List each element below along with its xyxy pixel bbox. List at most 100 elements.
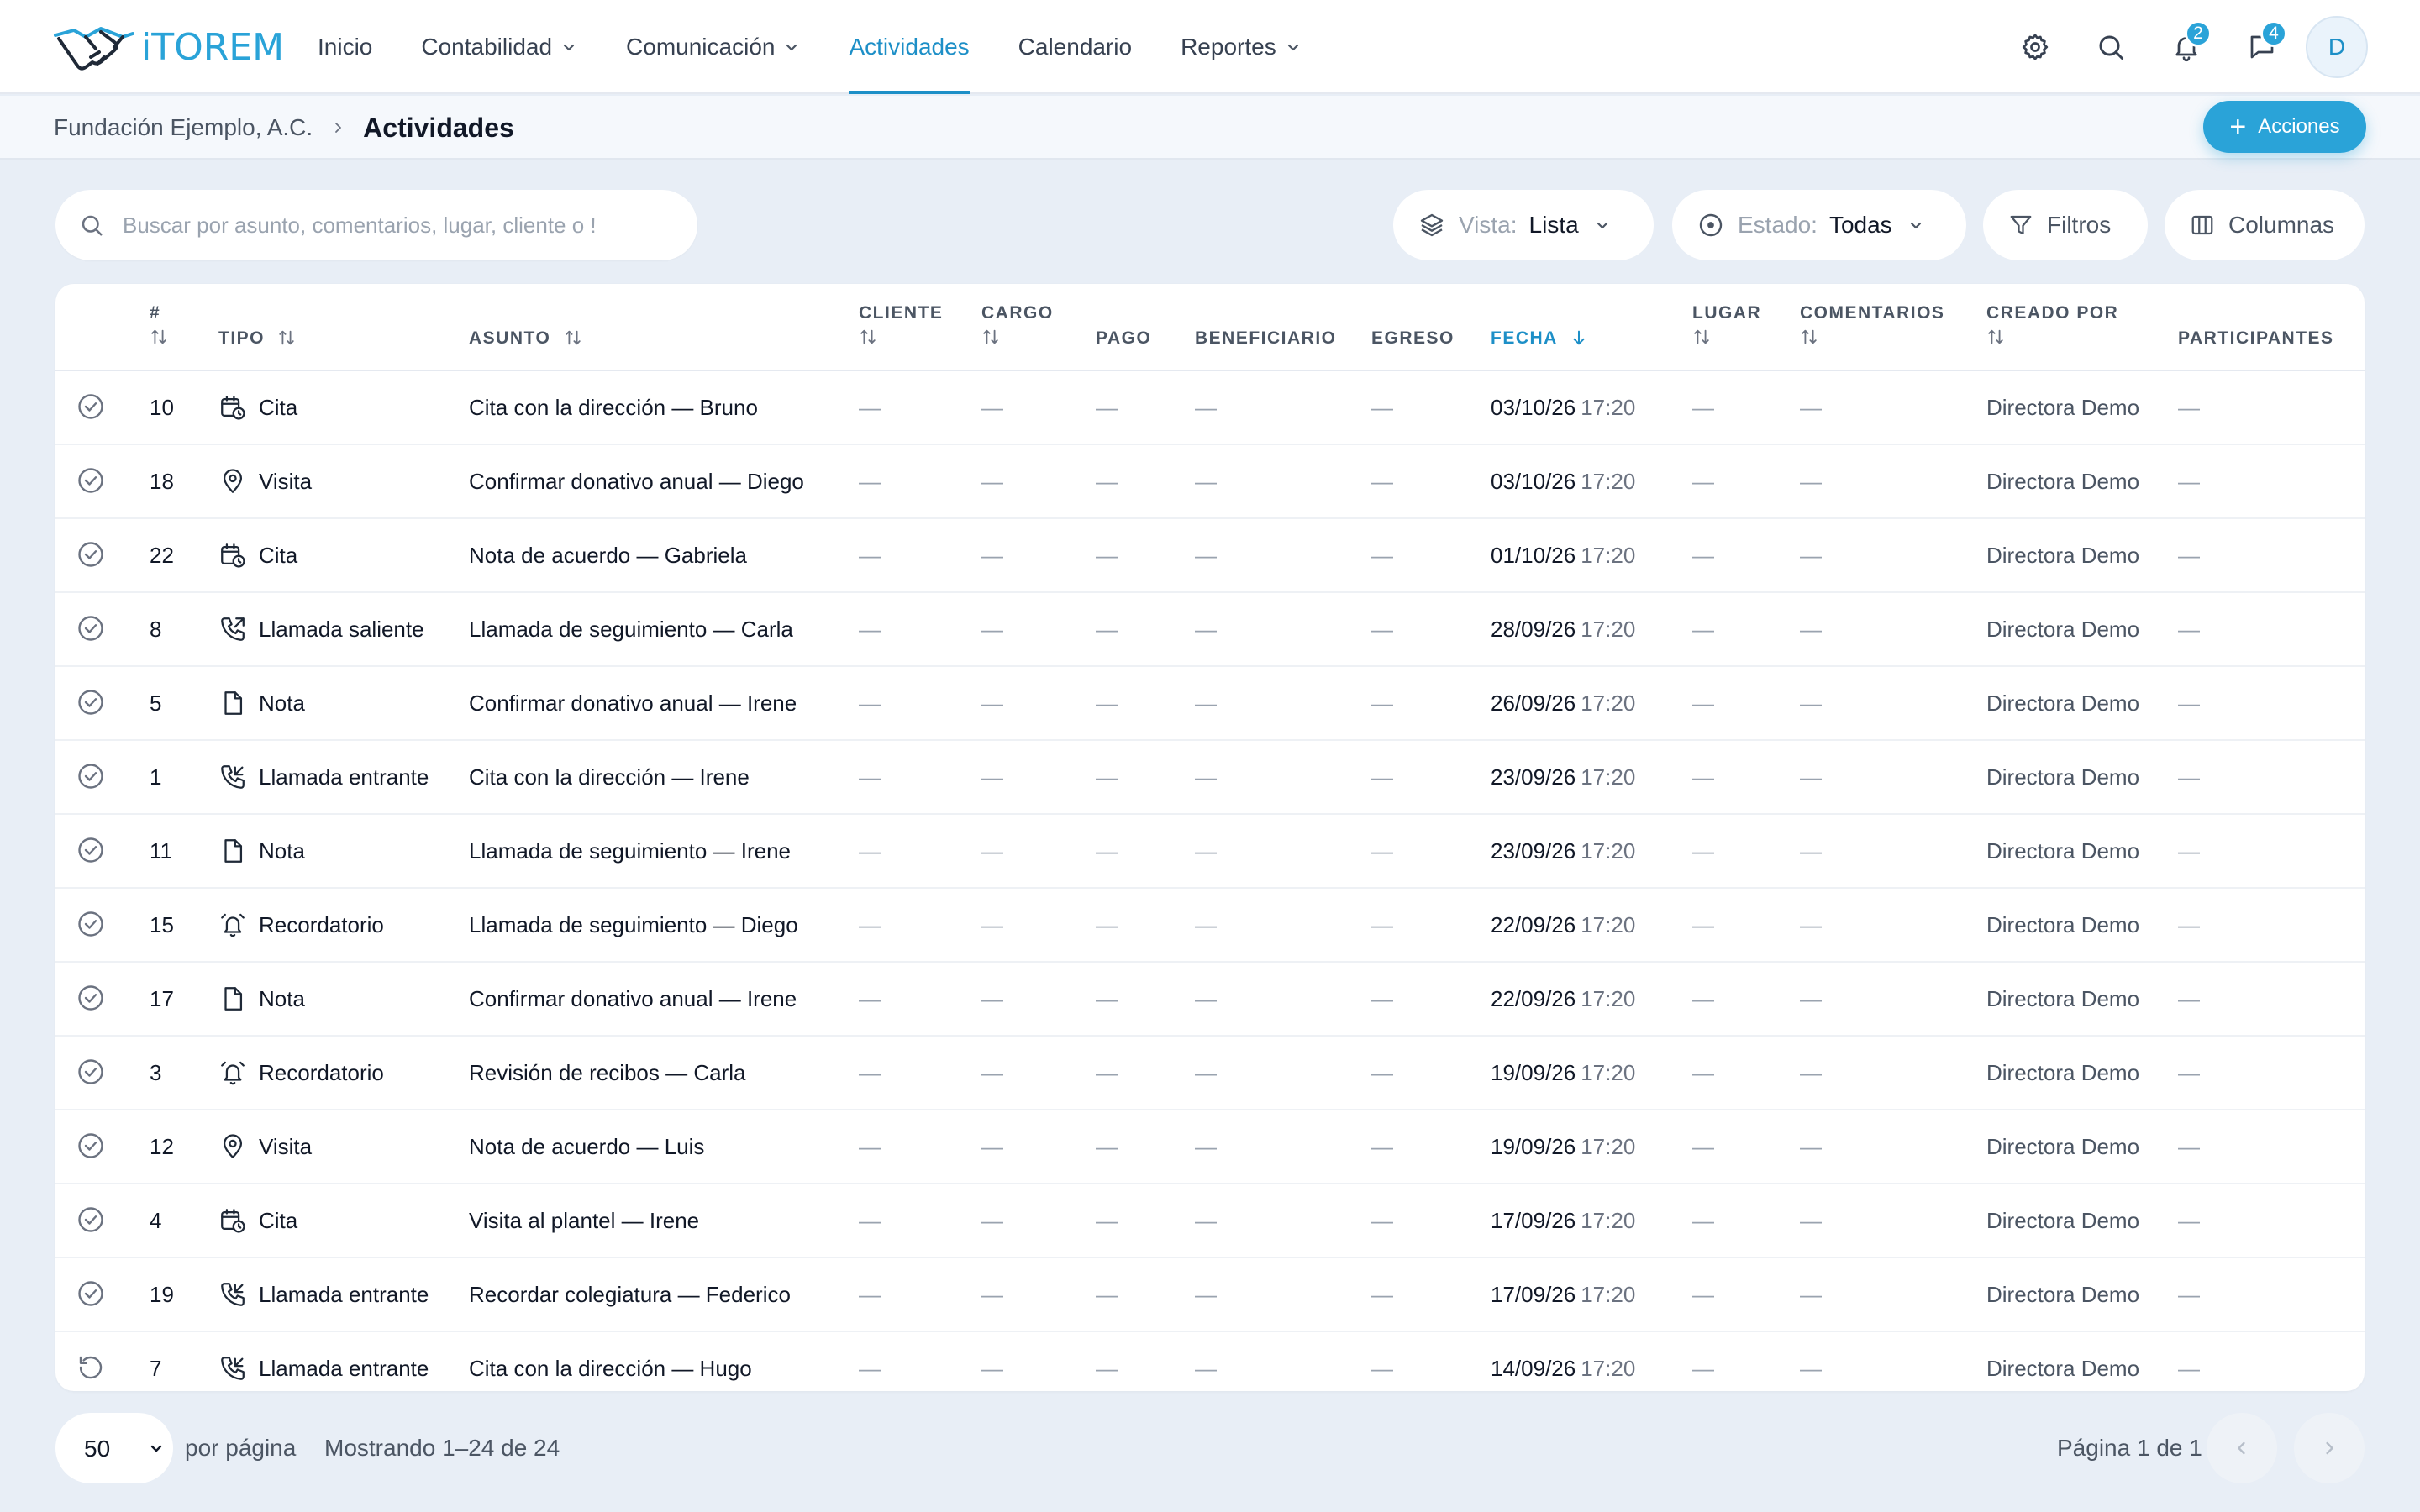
check-circle-icon[interactable] [76,687,106,717]
app-logo[interactable]: iTOREM [52,18,284,76]
messages-button[interactable]: 4 [2237,20,2287,72]
check-circle-icon[interactable] [76,835,106,865]
cell-beneficiario: — [1195,764,1217,790]
cell-date: 14/09/26 17:20 [1491,1332,1635,1391]
search-icon [2099,35,2123,60]
nav-reportes[interactable]: Reportes [1181,0,1302,94]
check-circle-icon[interactable] [76,539,106,570]
col-fecha[interactable]: FECHA [1491,326,1588,351]
table-row[interactable]: 4 Cita Visita al plantel — Irene — — — — — 17/09… [55,1184,2365,1258]
check-circle-icon[interactable] [76,1131,106,1161]
type-label: Llamada saliente [259,616,424,642]
table-row[interactable]: 15 Recordatorio Llamada de seguimiento — D… [55,889,2365,963]
cell-cliente: — [859,764,881,790]
check-circle-icon[interactable] [76,909,106,939]
cell-subject[interactable]: Confirmar donativo anual — Diego [469,445,804,517]
cell-cliente: — [859,542,881,568]
table-row[interactable]: 8 Llamada saliente Llamada de seguimiento … [55,593,2365,667]
cell-subject[interactable]: Confirmar donativo anual — Irene [469,667,797,739]
filters-button[interactable]: Filtros [1983,190,2148,260]
reopen-icon[interactable] [76,1352,106,1383]
time-value: 17:20 [1581,764,1636,790]
cell-subject[interactable]: Nota de acuerdo — Gabriela [469,519,747,591]
view-select[interactable]: Vista: Lista [1393,190,1654,260]
table-row[interactable]: 12 Visita Nota de acuerdo — Luis — — — — — 19/09… [55,1110,2365,1184]
nav-comunicacion[interactable]: Comunicación [626,0,800,94]
cell-subject[interactable]: Llamada de seguimiento — Irene [469,815,791,887]
cell-subject[interactable]: Recordar colegiatura — Federico [469,1258,791,1331]
date-value: 23/09/26 [1491,764,1576,790]
cell-comentarios: — [1800,690,1822,716]
table-row[interactable]: 5 Nota Confirmar donativo anual — Irene — — —… [55,667,2365,741]
check-circle-icon[interactable] [76,761,106,791]
nav-calendario[interactable]: Calendario [1018,0,1132,94]
check-circle-icon[interactable] [76,391,106,422]
breadcrumb: Fundación Ejemplo, A.C. Actividades [54,96,514,160]
cell-cargo: — [981,1059,1003,1085]
check-circle-icon[interactable] [76,1278,106,1309]
table-row[interactable]: 1 Llamada entrante Cita con la dirección —… [55,741,2365,815]
table-row[interactable]: 7 Llamada entrante Cita con la dirección —… [55,1332,2365,1391]
cell-subject[interactable]: Cita con la dirección — Hugo [469,1332,752,1391]
table-row[interactable]: 18 Visita Confirmar donativo anual — Diego… [55,445,2365,519]
status-select[interactable]: Estado: Todas [1672,190,1966,260]
cell-subject[interactable]: Visita al plantel — Irene [469,1184,699,1257]
columns-button[interactable]: Columnas [2165,190,2365,260]
type-label: Visita [259,468,313,494]
nav-contabilidad[interactable]: Contabilidad [421,0,577,94]
col-comentarios[interactable]: COMENTARIOS [1800,301,1944,346]
check-circle-icon[interactable] [76,613,106,643]
check-circle-icon[interactable] [76,1057,106,1087]
table-row[interactable]: 3 Recordatorio Revisión de recibos — Carla… [55,1037,2365,1110]
nav-inicio[interactable]: Inicio [318,0,372,94]
table-row[interactable]: 22 Cita Nota de acuerdo — Gabriela — — — — — 01/… [55,519,2365,593]
notifications-button[interactable]: 2 [2161,20,2212,72]
col-creado-por[interactable]: CREADO POR [1986,301,2118,346]
cell-subject[interactable]: Cita con la dirección — Irene [469,741,750,813]
col-lugar[interactable]: LUGAR [1692,301,1761,346]
cell-subject[interactable]: Nota de acuerdo — Luis [469,1110,704,1183]
table-row[interactable]: 19 Llamada entrante Recordar colegiatura —… [55,1258,2365,1332]
cell-lugar: — [1692,1355,1714,1381]
next-page-button[interactable] [2294,1413,2365,1483]
cell-cargo: — [981,764,1003,790]
check-circle-icon[interactable] [76,983,106,1013]
cell-beneficiario: — [1195,1207,1217,1233]
per-page-select[interactable]: 102550100 [55,1413,173,1483]
cell-subject[interactable]: Cita con la dirección — Bruno [469,371,758,444]
actions-button[interactable]: + Acciones [2203,101,2366,153]
search-button[interactable] [2086,22,2136,72]
cell-date: 19/09/26 17:20 [1491,1110,1635,1183]
cell-participantes: — [2178,1207,2200,1233]
cell-subject[interactable]: Llamada de seguimiento — Carla [469,593,793,665]
prev-page-button[interactable] [2207,1413,2277,1483]
col-cliente[interactable]: CLIENTE [859,301,943,346]
search-input[interactable] [123,212,652,239]
settings-button[interactable] [2010,22,2060,72]
check-circle-icon[interactable] [76,1205,106,1235]
table-row[interactable]: 17 Nota Confirmar donativo anual — Irene — —… [55,963,2365,1037]
table-row[interactable]: 10 Cita Cita con la dirección — Bruno — — — — —… [55,371,2365,445]
col-num[interactable]: # [150,301,168,346]
date-value: 28/09/26 [1491,616,1576,642]
cell-beneficiario: — [1195,837,1217,864]
col-cargo[interactable]: CARGO [981,301,1054,346]
logo-text: iTOREM [141,25,285,69]
cell-subject[interactable]: Revisión de recibos — Carla [469,1037,745,1109]
cell-date: 22/09/26 17:20 [1491,889,1635,961]
nav-label: Comunicación [626,34,776,60]
user-avatar[interactable]: D [2306,16,2368,78]
cell-date: 23/09/26 17:20 [1491,815,1635,887]
check-circle-icon[interactable] [76,465,106,496]
cell-comentarios: — [1800,985,1822,1011]
col-tipo[interactable]: TIPO [218,326,296,351]
col-asunto[interactable]: ASUNTO [469,326,582,351]
breadcrumb-parent[interactable]: Fundación Ejemplo, A.C. [54,114,313,141]
cell-subject[interactable]: Confirmar donativo anual — Irene [469,963,797,1035]
cell-subject[interactable]: Llamada de seguimiento — Diego [469,889,798,961]
cell-cliente: — [859,1355,881,1381]
cell-created-by: Directora Demo [1986,542,2140,568]
arrow-down-icon [1573,330,1585,345]
table-row[interactable]: 11 Nota Llamada de seguimiento — Irene — — — —… [55,815,2365,889]
nav-actividades[interactable]: Actividades [849,0,970,94]
